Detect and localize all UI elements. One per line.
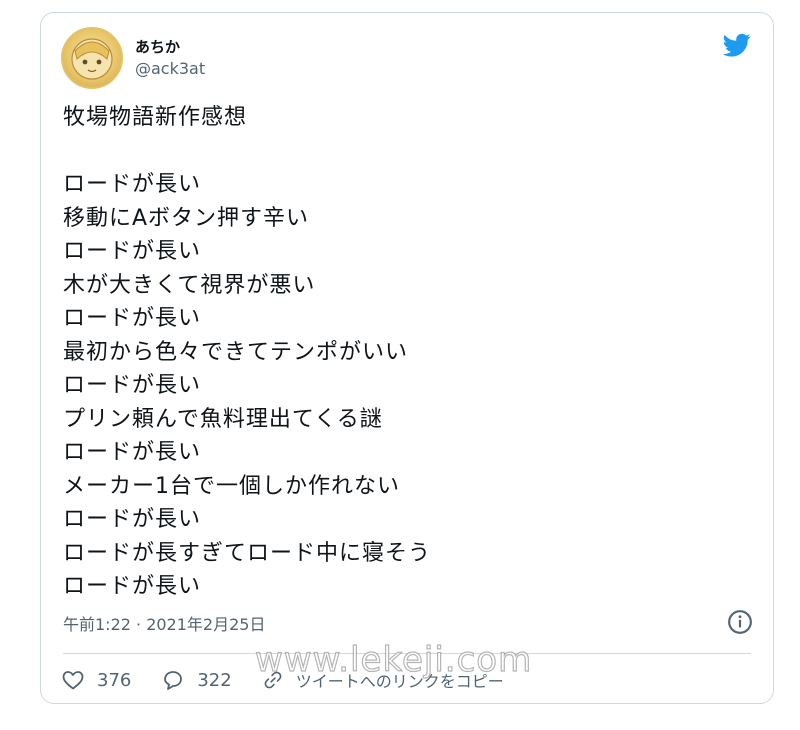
copy-link-button[interactable]: ツイートへのリンクをコピー	[262, 668, 504, 692]
tweet-line: ロードが長い	[63, 507, 202, 532]
like-count: 376	[97, 669, 132, 691]
tweet-timestamp[interactable]: 午前1:22 · 2021年2月25日	[63, 611, 265, 635]
avatar[interactable]	[61, 27, 123, 89]
tweet-line: ロードが長い	[63, 239, 202, 264]
author-names: あちか @ack3at	[135, 36, 205, 80]
tweet-line: 移動にAボタン押す辛い	[63, 205, 310, 231]
divider	[63, 653, 751, 654]
tweet-line: 牧場物語新作感想	[63, 105, 248, 130]
tweet-line	[63, 135, 743, 169]
reply-bubble-icon	[164, 671, 183, 690]
tweet-card[interactable]: あちか @ack3at 牧場物語新作感想 ロードが長い 移動にAボタン押す辛い …	[40, 12, 774, 704]
reply-button[interactable]: 322	[161, 668, 232, 692]
tweet-line: ロードが長い	[63, 306, 202, 331]
tweet-line: ロードが長い	[63, 574, 202, 599]
tweet-line: メーカー1台で一個しか作れない	[63, 473, 400, 499]
tweet-header: あちか @ack3at	[61, 23, 205, 93]
tweet-line: プリン頼んで魚料理出てくる謎	[63, 406, 383, 432]
tweet-line: ロードが長い	[63, 373, 202, 398]
link-icon	[264, 671, 282, 689]
heart-icon	[62, 671, 84, 690]
tweet-line: 木が大きくて視界が悪い	[63, 272, 316, 298]
tweet-text: 牧場物語新作感想 ロードが長い 移動にAボタン押す辛い ロードが長い 木が大きく…	[63, 101, 743, 604]
like-button[interactable]: 376	[61, 668, 131, 692]
display-name[interactable]: あちか	[135, 36, 205, 58]
info-icon[interactable]	[727, 609, 753, 635]
reply-count: 322	[197, 669, 232, 691]
tweet-line: ロードが長い	[63, 440, 202, 465]
user-handle[interactable]: @ack3at	[135, 58, 205, 80]
tweet-line: ロードが長すぎてロード中に寝そう	[63, 540, 432, 566]
tweet-line: 最初から色々できてテンポがいい	[63, 339, 409, 365]
tweet-line: ロードが長い	[63, 172, 202, 197]
tweet-actions: 376 322 ツイートへのリンクをコピー	[61, 665, 534, 695]
twitter-bird-icon[interactable]	[721, 31, 753, 59]
copy-link-label: ツイートへのリンクをコピー	[295, 672, 504, 691]
avatar-illustration	[71, 38, 113, 80]
